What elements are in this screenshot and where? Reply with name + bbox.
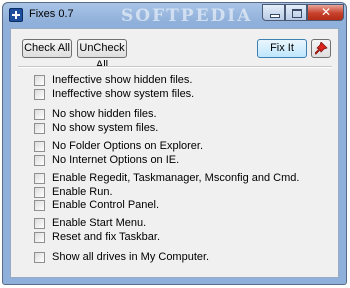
check-all-button[interactable]: Check All [22,39,72,58]
checkbox[interactable] [34,173,45,184]
option-label: Enable Start Menu. [52,217,147,229]
close-button[interactable]: ✕ [307,4,344,21]
watermark: SOFTPEDIA [121,6,253,26]
title-bar[interactable]: Fixes 0.7 SOFTPEDIA ✕ [3,3,346,27]
maximize-icon [292,9,302,18]
option-label: Show all drives in My Computer. [52,251,210,263]
window-title: Fixes 0.7 [29,8,74,20]
option-label: No Internet Options on IE. [52,154,180,166]
minimize-button[interactable] [262,4,285,21]
uncheck-all-button[interactable]: UnCheck All [77,39,127,71]
checkbox[interactable] [34,200,45,211]
maximize-button[interactable] [285,4,307,21]
checkbox[interactable] [34,155,45,166]
checkbox[interactable] [34,187,45,198]
pin-icon [315,42,328,55]
option-label: Enable Regedit, Taskmanager, Msconfig an… [52,172,300,184]
option-label: Enable Run. [52,186,113,198]
option-label: Ineffective show hidden files. [52,74,193,86]
pin-button[interactable] [311,39,331,58]
separator [18,66,332,68]
checkbox[interactable] [34,218,45,229]
checkbox[interactable] [34,75,45,86]
option-label: Reset and fix Taskbar. [52,231,161,243]
client-area: Check All UnCheck All Fix It Ineffective… [10,28,339,278]
app-window: Fixes 0.7 SOFTPEDIA ✕ Check All UnCheck … [2,2,347,285]
checkbox[interactable] [34,123,45,134]
option-label: No show hidden files. [52,108,157,120]
option-label: Ineffective show system files. [52,88,195,100]
checkbox[interactable] [34,252,45,263]
checkbox[interactable] [34,141,45,152]
option-label: No Folder Options on Explorer. [52,140,204,152]
checkbox[interactable] [34,109,45,120]
fix-it-button[interactable]: Fix It [257,39,307,58]
checkbox[interactable] [34,232,45,243]
option-label: Enable Control Panel. [52,199,160,211]
checkbox[interactable] [34,89,45,100]
close-icon: ✕ [321,5,332,19]
option-label: No show system files. [52,122,159,134]
app-icon [9,8,23,22]
minimize-icon [270,14,280,18]
